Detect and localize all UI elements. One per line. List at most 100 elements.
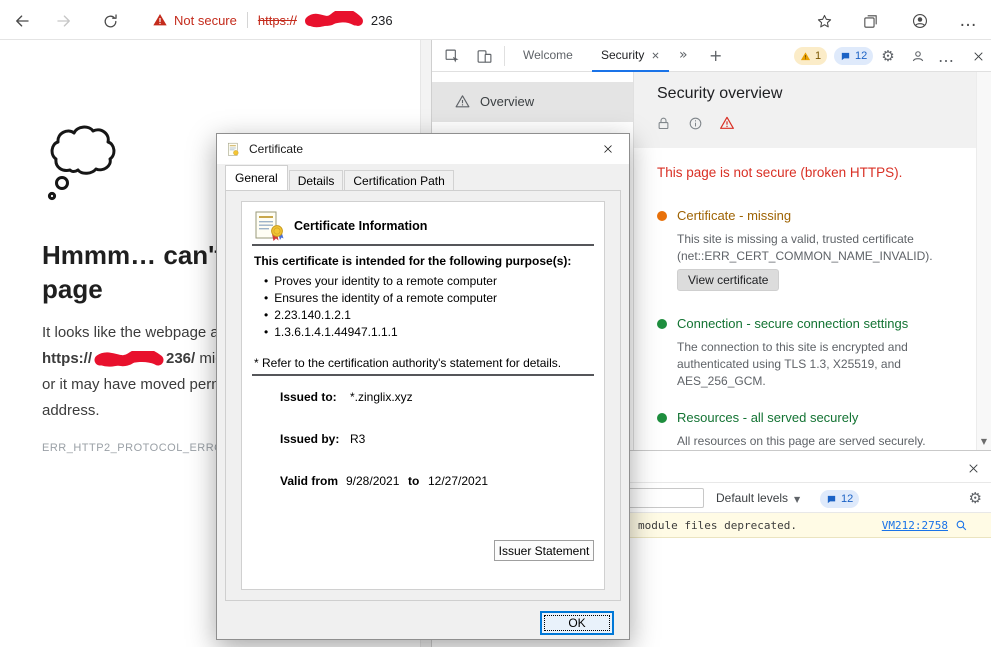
lock-icon[interactable] [654,114,672,132]
certificate-info-panel: Certificate Information This certificate… [241,201,605,590]
bullet: • [264,308,268,322]
issues-count: 1 [815,50,821,62]
magnifier-icon[interactable] [955,519,968,532]
thought-cloud-icon [44,116,130,208]
console-levels-label: Default levels [716,491,788,505]
certificate-dialog: Certificate GeneralDetailsCertification … [216,133,630,640]
certificate-section-body: This site is missing a valid, trusted ce… [677,231,973,265]
certificate-dialog-tabs: GeneralDetailsCertification Path [225,165,455,190]
console-levels-dropdown[interactable]: Default levels▼ [716,483,800,513]
sidebar-item-overview[interactable]: Overview [432,82,633,122]
issues-badge[interactable]: 1 [794,47,827,65]
separator-rule [252,374,594,376]
tab-welcome-label: Welcome [523,48,573,62]
profile-avatar-icon[interactable] [908,9,932,33]
ok-button[interactable]: OK [541,612,613,634]
inspect-element-icon[interactable] [442,47,462,65]
certificate-section-title: Certificate - missing [677,208,791,223]
valid-from-value: 9/28/2021 [346,474,399,488]
tab-certification-path[interactable]: Certification Path [344,170,453,191]
console-drawer-close-icon[interactable] [964,459,982,477]
certificate-seal-icon [252,210,284,242]
screen: Not secure https:// 236 … Hmmm… can [0,0,991,647]
purpose-text: 1.3.6.1.4.1.44947.1.1.1 [274,325,397,339]
certificate-information-heading: Certificate Information [294,219,427,233]
certificate-status-dot [657,211,667,221]
not-secure-warning-icon [152,12,168,28]
error-code: ERR_HTTP2_PROTOCOL_ERROR [42,442,232,454]
tab-welcome[interactable]: Welcome [514,40,582,72]
message-bubble-icon [826,494,837,505]
purpose-text: 2.23.140.1.2.1 [274,308,351,322]
valid-to-label: to [408,474,419,488]
console-settings-gear-icon[interactable]: ⚙ [969,483,982,513]
connection-section-title: Connection - secure connection settings [677,316,908,331]
security-main-panel: Security overview This page is not secur… [634,72,991,450]
certificate-general-tabpage: Certificate Information This certificate… [225,190,621,601]
console-source-link[interactable]: VM212:2758 [882,513,948,538]
more-tabs-icon[interactable]: » [670,40,697,72]
issued-by-label: Issued by: [280,432,339,446]
security-warning-icon[interactable] [718,114,736,132]
browser-toolbar: Not secure https:// 236 … [0,0,991,40]
separator-rule [252,244,594,246]
forward-icon[interactable] [52,9,76,33]
tab-security-label: Security [601,48,644,62]
messages-count: 12 [855,50,867,62]
console-warning-message: module files deprecated. [638,513,797,538]
error-url-suffix: 236/ [166,350,195,367]
device-toolbar-icon[interactable] [474,47,494,65]
certificate-dialog-titlebar[interactable]: Certificate [217,134,629,164]
url-host-suffix: 236 [371,13,393,28]
url-scheme-struck: https:// [258,13,297,28]
devtools-close-icon[interactable] [968,47,988,65]
view-certificate-button[interactable]: View certificate [677,269,779,291]
issued-to-value: *.zinglix.xyz [350,390,413,404]
refresh-icon[interactable] [98,9,122,33]
resources-section-title: Resources - all served securely [677,410,858,425]
certificate-dialog-title: Certificate [249,142,303,156]
devtools-settings-gear-icon[interactable]: ⚙ [878,47,898,65]
security-alert-text: This page is not secure (broken HTTPS). [657,165,962,180]
purpose-text: Ensures the identity of a remote compute… [274,291,497,305]
more-options-icon[interactable]: … [956,9,980,33]
security-overview-header: Security overview [634,72,976,148]
favorites-icon[interactable] [812,9,836,33]
collections-icon[interactable] [858,9,882,33]
add-panel-icon[interactable]: + [700,40,731,72]
site-security-chip[interactable]: Not secure https:// 236 [152,0,393,40]
purpose-item: • 2.23.140.1.2.1 [264,308,594,322]
purpose-intro: This certificate is intended for the fol… [254,254,571,268]
certificate-title-icon [226,142,241,157]
security-overview-title: Security overview [657,85,782,103]
connection-status-dot [657,319,667,329]
issued-by-value: R3 [350,432,365,446]
back-icon[interactable] [10,9,34,33]
issuer-statement-button[interactable]: Issuer Statement [494,540,594,561]
tab-security[interactable]: Security [592,40,669,72]
purpose-text: Proves your identity to a remote compute… [274,274,497,288]
dialog-close-icon[interactable] [587,134,629,164]
tab-details[interactable]: Details [289,170,344,191]
info-icon[interactable] [686,114,704,132]
tab-close-icon[interactable] [651,51,660,60]
console-count-badge[interactable]: 12 [820,490,859,508]
purpose-item: •Proves your identity to a remote comput… [264,274,594,288]
scroll-down-arrow-icon[interactable]: ▼ [976,434,991,450]
tab-general[interactable]: General [225,165,288,190]
toolbar-divider [504,46,505,66]
purpose-item: • Ensures the identity of a remote comput… [264,291,594,305]
console-messages-badge[interactable]: 12 [834,47,873,65]
connection-section-body: The connection to this site is encrypted… [677,339,939,390]
not-secure-label: Not secure [174,13,237,28]
bullet: • [264,291,268,305]
security-panel-scrollbar[interactable]: ▼ [976,72,991,450]
chip-divider [247,12,248,28]
people-icon[interactable] [908,47,928,65]
bullet: • [264,325,268,339]
issues-warning-icon [800,51,811,62]
refer-note: * Refer to the certification authority's… [254,356,561,370]
resources-section-body: All resources on this page are served se… [677,433,977,450]
overview-label: Overview [480,82,534,122]
devtools-more-icon[interactable]: … [936,47,956,65]
